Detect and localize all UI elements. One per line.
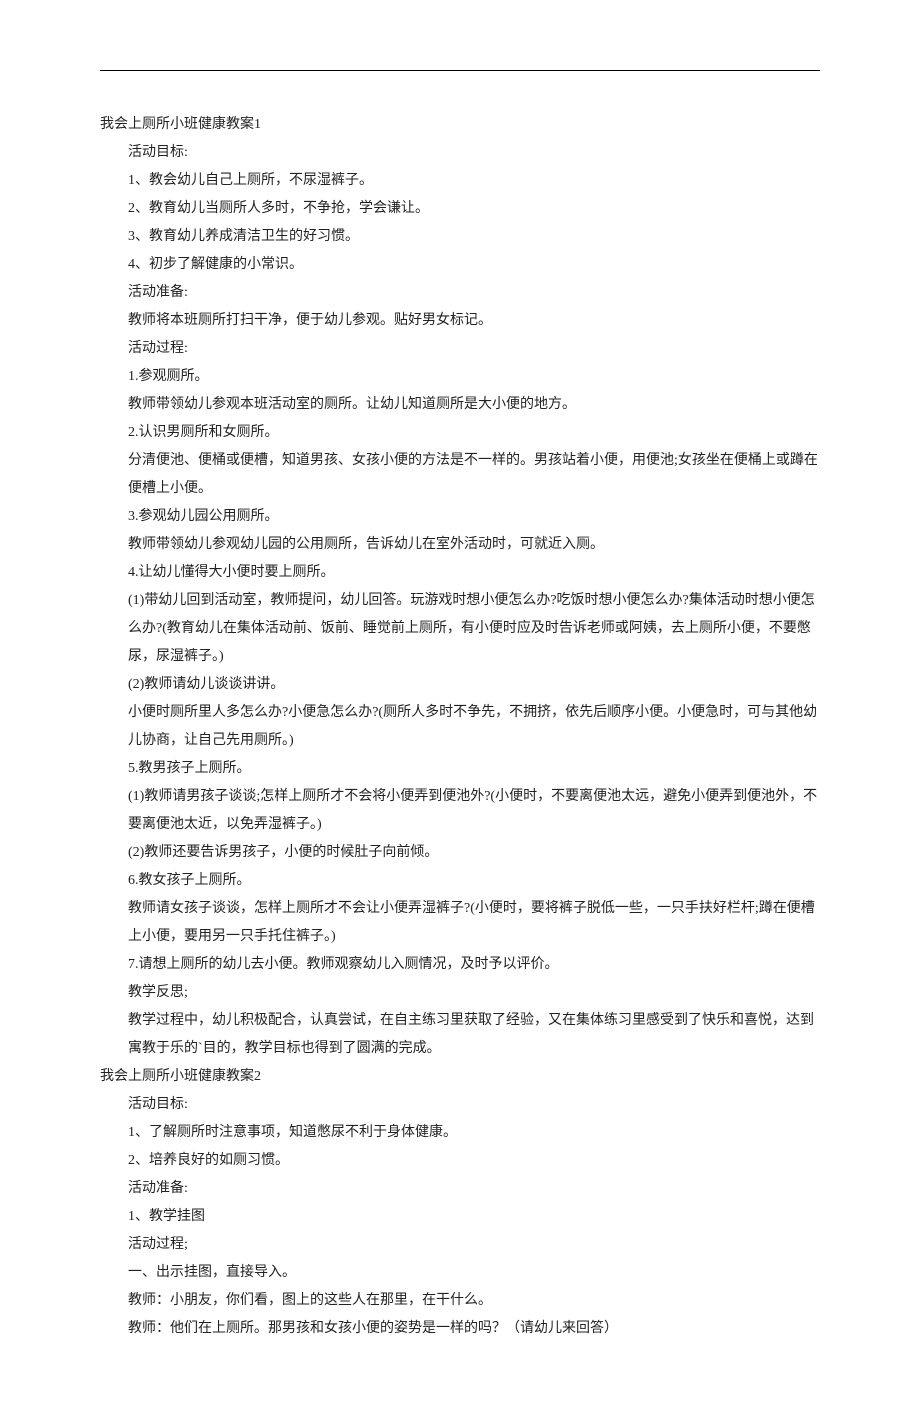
paragraph: 活动过程: [128, 335, 820, 363]
paragraph: 教师将本班厕所打扫干净，便于幼儿参观。贴好男女标记。 [128, 307, 820, 335]
paragraph: 一、出示挂图，直接导入。 [128, 1259, 820, 1287]
paragraph: 1、了解厕所时注意事项，知道憋尿不利于身体健康。 [128, 1119, 820, 1147]
paragraph: 活动准备: [128, 279, 820, 307]
paragraph: 2、教育幼儿当厕所人多时，不争抢，学会谦让。 [128, 195, 820, 223]
paragraph: (2)教师还要告诉男孩子，小便的时候肚子向前倾。 [128, 839, 820, 867]
paragraph: 1、教会幼儿自己上厕所，不尿湿裤子。 [128, 167, 820, 195]
paragraph: 教师带领幼儿参观本班活动室的厕所。让幼儿知道厕所是大小便的地方。 [128, 391, 820, 419]
paragraph: 活动准备: [128, 1175, 820, 1203]
paragraph: 6.教女孩子上厕所。 [128, 867, 820, 895]
paragraph: 1、教学挂图 [128, 1203, 820, 1231]
paragraph: 4.让幼儿懂得大小便时要上厕所。 [128, 559, 820, 587]
paragraph: 活动目标: [128, 139, 820, 167]
paragraph: 教师：他们在上厕所。那男孩和女孩小便的姿势是一样的吗？（请幼儿来回答） [128, 1315, 820, 1343]
paragraph: 3、教育幼儿养成清洁卫生的好习惯。 [128, 223, 820, 251]
paragraph: 活动过程; [128, 1231, 820, 1259]
paragraph: 7.请想上厕所的幼儿去小便。教师观察幼儿入厕情况，及时予以评价。 [128, 951, 820, 979]
document-content: 我会上厕所小班健康教案1活动目标:1、教会幼儿自己上厕所，不尿湿裤子。2、教育幼… [100, 111, 820, 1343]
paragraph: 1.参观厕所。 [128, 363, 820, 391]
section-title: 我会上厕所小班健康教案2 [100, 1063, 820, 1091]
paragraph: 2.认识男厕所和女厕所。 [128, 419, 820, 447]
paragraph: 教师请女孩子谈谈，怎样上厕所才不会让小便弄湿裤子?(小便时，要将裤子脱低一些，一… [128, 895, 820, 951]
paragraph: 分清便池、便桶或便槽，知道男孩、女孩小便的方法是不一样的。男孩站着小便，用便池;… [128, 447, 820, 503]
paragraph: 小便时厕所里人多怎么办?小便急怎么办?(厕所人多时不争先，不拥挤，依先后顺序小便… [128, 699, 820, 755]
paragraph: 4、初步了解健康的小常识。 [128, 251, 820, 279]
paragraph: (1)带幼儿回到活动室，教师提问，幼儿回答。玩游戏时想小便怎么办?吃饭时想小便怎… [128, 587, 820, 671]
paragraph: 教学过程中，幼儿积极配合，认真尝试，在自主练习里获取了经验，又在集体练习里感受到… [128, 1007, 820, 1063]
paragraph: (2)教师请幼儿谈谈讲讲。 [128, 671, 820, 699]
paragraph: 5.教男孩子上厕所。 [128, 755, 820, 783]
paragraph: 3.参观幼儿园公用厕所。 [128, 503, 820, 531]
paragraph: 教师：小朋友，你们看，图上的这些人在那里，在干什么。 [128, 1287, 820, 1315]
horizontal-rule [100, 70, 820, 71]
section-title: 我会上厕所小班健康教案1 [100, 111, 820, 139]
paragraph: 活动目标: [128, 1091, 820, 1119]
paragraph: (1)教师请男孩子谈谈;怎样上厕所才不会将小便弄到便池外?(小便时，不要离便池太… [128, 783, 820, 839]
paragraph: 2、培养良好的如厕习惯。 [128, 1147, 820, 1175]
paragraph: 教师带领幼儿参观幼儿园的公用厕所，告诉幼儿在室外活动时，可就近入厕。 [128, 531, 820, 559]
paragraph: 教学反思; [128, 979, 820, 1007]
